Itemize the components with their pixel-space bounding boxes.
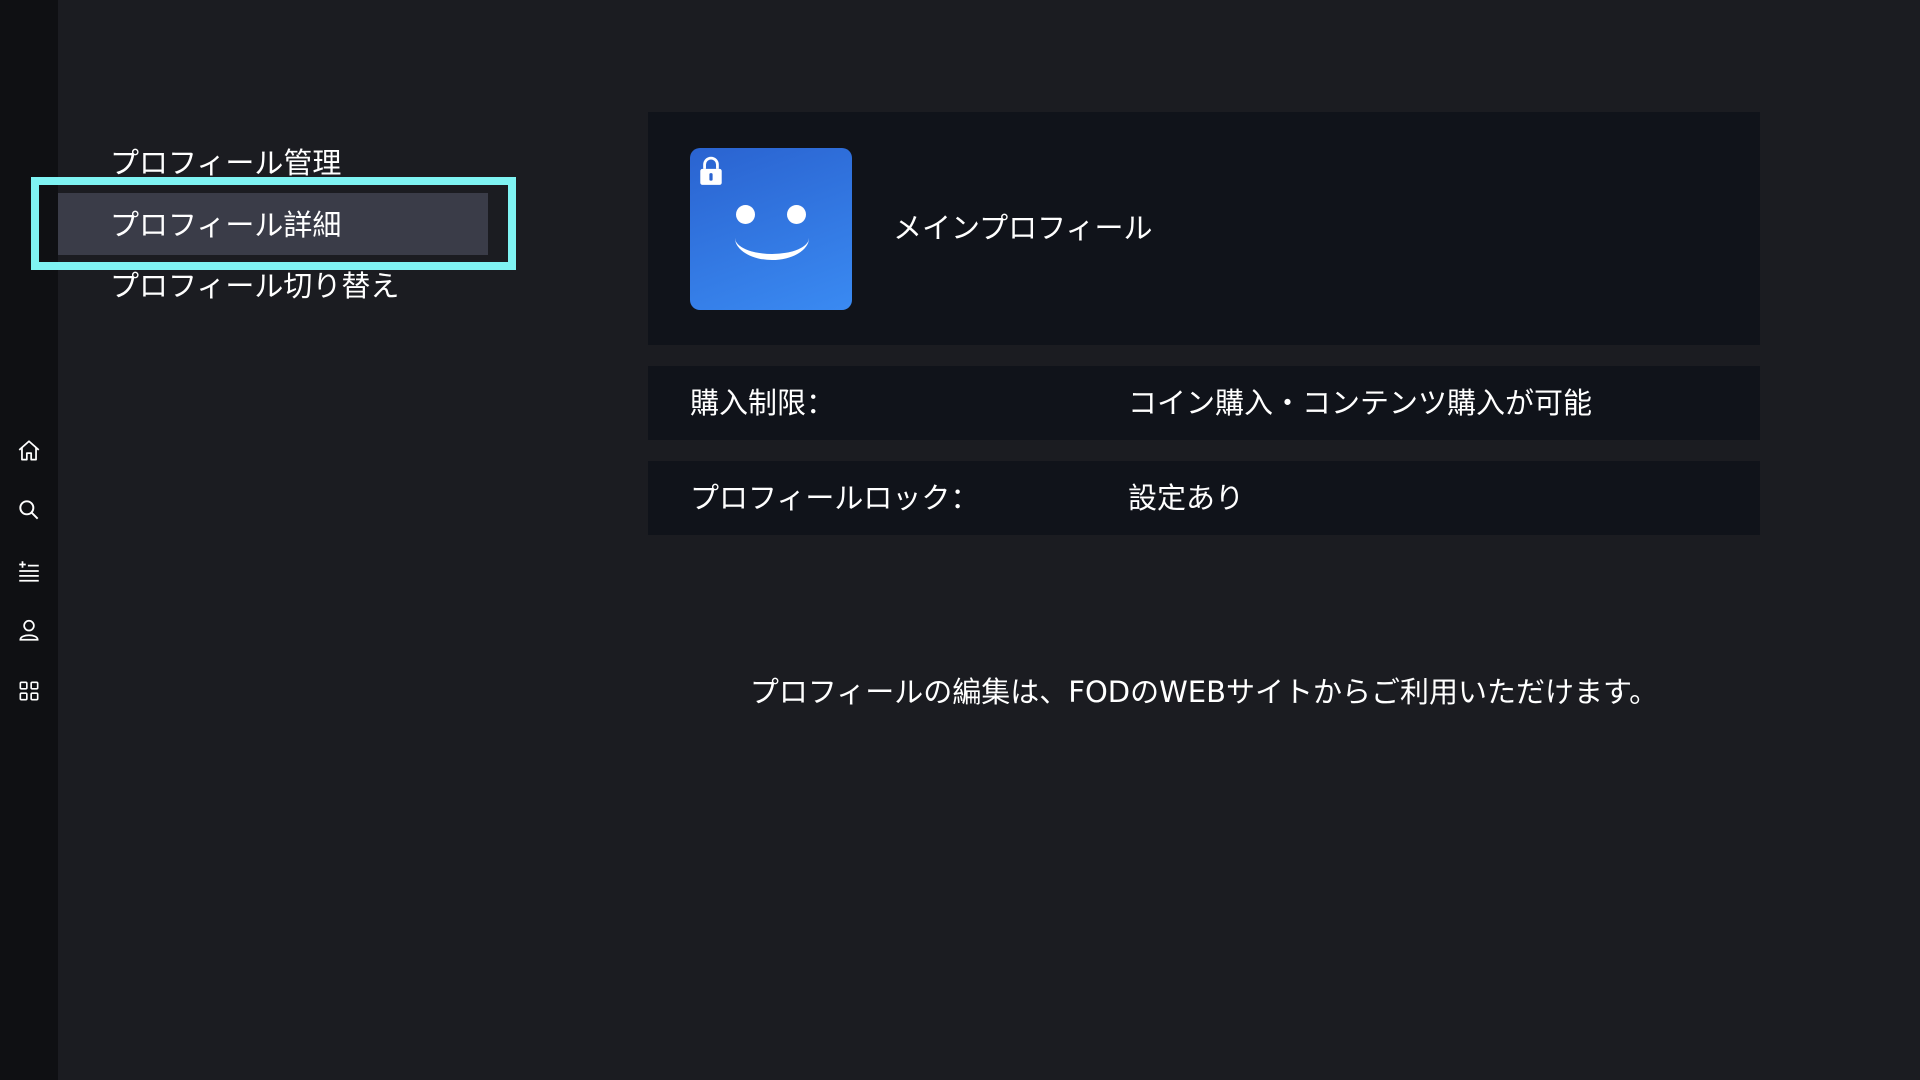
home-icon[interactable] <box>15 437 43 465</box>
search-icon[interactable] <box>15 496 43 524</box>
edit-notice: プロフィールの編集は、FODのWEBサイトからご利用いただけます。 <box>749 675 1659 709</box>
profile-lock-label: プロフィールロック： <box>690 481 980 515</box>
purchase-restriction-row: 購入制限： コイン購入・コンテンツ購入が可能 <box>648 366 1760 440</box>
profile-lock-row: プロフィールロック： 設定あり <box>648 461 1760 535</box>
smiley-mouth <box>735 238 809 260</box>
account-icon[interactable] <box>15 616 43 644</box>
apps-icon[interactable] <box>15 677 43 705</box>
purchase-restriction-value: コイン購入・コンテンツ購入が可能 <box>1128 386 1593 420</box>
lock-icon <box>700 156 722 185</box>
nav-rail <box>0 0 58 1080</box>
profile-name: メインプロフィール <box>893 211 1153 245</box>
profile-lock-value: 設定あり <box>1128 481 1245 515</box>
menu-item-profile-management[interactable]: プロフィール管理 <box>110 143 341 183</box>
mylist-icon[interactable] <box>15 557 43 585</box>
menu-item-profile-switch[interactable]: プロフィール切り替え <box>110 266 399 306</box>
smiley-eye-left <box>736 205 755 224</box>
avatar <box>690 148 852 310</box>
profile-card: メインプロフィール <box>648 112 1760 345</box>
smiley-eye-right <box>787 205 806 224</box>
purchase-restriction-label: 購入制限： <box>690 386 836 420</box>
menu-item-profile-details[interactable]: プロフィール詳細 <box>110 205 341 245</box>
